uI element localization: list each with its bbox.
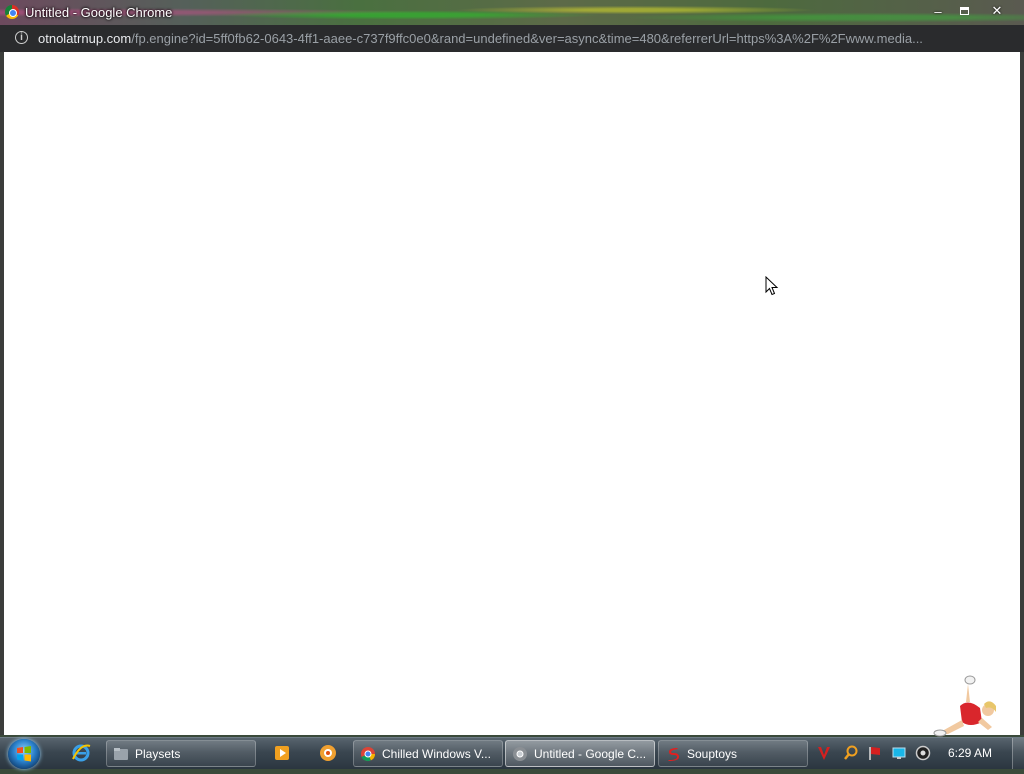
taskbar-clock[interactable]: 6:29 AM [948,746,992,760]
taskbar: Playsets Chilled Windows V... Untitled -… [0,737,1024,769]
media-player-icon [275,746,289,760]
windows-start-icon [17,746,31,762]
search-tray-icon [844,745,858,760]
task-souptoys[interactable]: Souptoys [658,740,808,767]
desktop-mascot-image [933,675,996,737]
maximize-button[interactable] [953,2,975,20]
task-playsets[interactable]: Playsets [106,740,256,767]
app-icon [320,745,336,761]
task-chilled-windows[interactable]: Chilled Windows V... [353,740,503,767]
show-desktop-button[interactable] [1012,738,1024,769]
url-text[interactable]: otnolatrnup.com/fp.engine?id=5ff0fb62-06… [38,31,1013,46]
task-label: Playsets [135,746,181,761]
address-bar[interactable]: i otnolatrnup.com/fp.engine?id=5ff0fb62-… [0,25,1024,52]
chrome-icon [5,5,19,19]
close-button[interactable]: ✕ [986,2,1008,20]
souptoys-icon [668,747,679,761]
chrome-icon [513,746,527,761]
window-title: Untitled - Google Chrome [25,5,173,20]
chrome-icon [361,746,375,761]
app-launch[interactable] [318,743,338,763]
tray-antivirus[interactable] [816,745,832,761]
internet-explorer-launch[interactable] [71,743,91,763]
maximize-icon [959,7,969,15]
url-host: otnolatrnup.com [38,31,132,46]
tray-action-center[interactable] [867,745,883,761]
mouse-cursor-icon [765,276,779,296]
url-path: /fp.engine?id=5ff0fb62-0643-4ff1-aaee-c7… [131,31,923,46]
task-untitled-google-chrome[interactable]: Untitled - Google C... [505,740,655,767]
start-button[interactable] [8,739,40,769]
tray-network[interactable] [891,745,907,761]
window-title-bar[interactable]: Untitled - Google Chrome – ✕ [0,0,1024,25]
info-icon[interactable]: i [15,31,28,44]
tray-search[interactable] [843,745,859,761]
window-border-right [1020,52,1024,735]
task-label: Untitled - Google C... [534,746,647,761]
network-icon [892,747,906,759]
task-label: Souptoys [687,746,738,761]
volume-icon [915,745,931,761]
folder-icon [114,747,128,760]
page-content[interactable] [4,52,1020,735]
minimize-button[interactable]: – [927,2,949,20]
close-icon: ✕ [991,3,1003,18]
media-player-launch[interactable] [272,743,292,763]
task-label: Chilled Windows V... [382,746,491,761]
internet-explorer-icon [72,744,91,762]
flag-icon [869,747,880,760]
tray-volume[interactable] [915,745,931,761]
antivirus-icon [818,747,830,760]
minimize-icon: – [934,3,942,19]
